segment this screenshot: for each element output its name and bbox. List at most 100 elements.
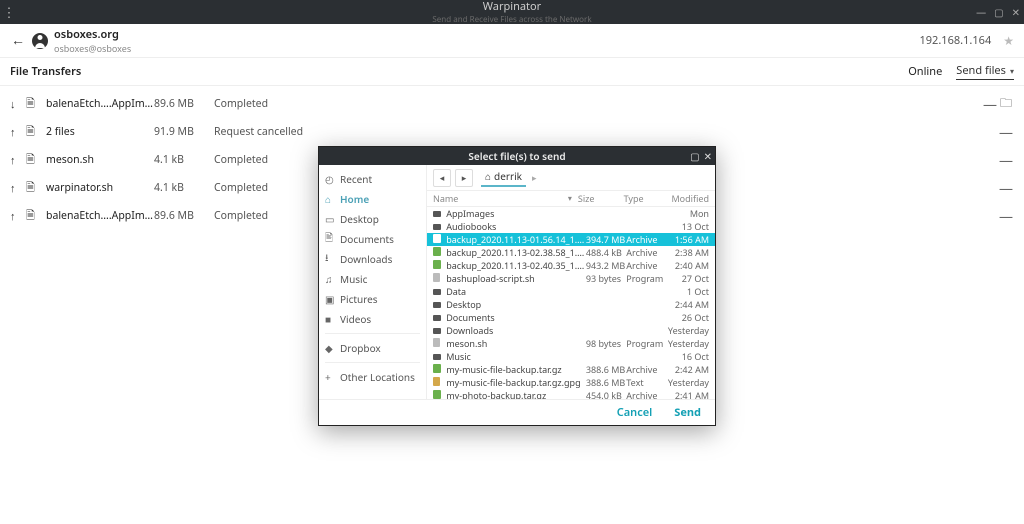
file-row[interactable]: Documents26 Oct [427,311,715,324]
column-name[interactable]: Name ▾ [433,192,572,205]
remove-transfer-button[interactable]: — [998,151,1014,170]
file-row[interactable]: my-photo-backup.tar.gz454.0 kBArchive2:4… [427,389,715,399]
column-size[interactable]: Size [578,192,618,205]
sidebar-item-dropbox[interactable]: ◆Dropbox [319,338,426,358]
file-modified: 26 Oct [665,311,709,324]
archive-icon [433,259,442,272]
host-name: osboxes.org [54,27,131,42]
remove-transfer-button[interactable]: — [998,123,1014,142]
file-name: my-music-file-backup.tar.gz.gpg [446,376,586,389]
sidebar-item-label: Documents [340,232,394,246]
dialog-titlebar: Select file(s) to send ▢ ✕ [319,147,715,165]
column-type[interactable]: Type [624,192,662,205]
file-size: 454.0 kB [586,389,626,399]
sidebar-item-music[interactable]: ♫Music [319,269,426,289]
sidebar-item-other-locations[interactable]: +Other Locations [319,367,426,387]
place-icon: ⭳ [325,250,335,268]
folder-icon [433,285,442,298]
encrypted-file-icon [433,376,442,389]
app-menu-button[interactable]: ⋮ [0,3,18,21]
file-row[interactable]: Desktop2:44 AM [427,298,715,311]
column-modified[interactable]: Modified [668,192,710,205]
file-row[interactable]: backup_2020.11.13-01.56.14_1.tar394.7 MB… [427,233,715,246]
user-at-host: osboxes@osboxes [54,42,131,55]
places-sidebar: ◴Recent⌂Home▭Desktop🖹Documents⭳ Downloads… [319,165,427,399]
sidebar-item-label: Downloads [340,252,392,266]
archive-icon [433,233,442,246]
plus-icon: + [325,370,335,384]
sidebar-item-label: Recent [340,172,372,186]
path-back-button[interactable]: ◂ [433,169,451,187]
file-type: Archive [626,246,665,259]
transfer-row[interactable]: ↓🗎balenaEtch….AppImage89.6 MBCompleted—🗀 [0,90,1024,118]
header-bar: ← osboxes.org osboxes@osboxes 192.168.1.… [0,24,1024,58]
sidebar-item-pictures[interactable]: ▣Pictures [319,289,426,309]
dialog-close-button[interactable]: ✕ [704,149,712,163]
file-row[interactable]: Data1 Oct [427,285,715,298]
path-forward-button[interactable]: ▸ [455,169,473,187]
sidebar-item-desktop[interactable]: ▭Desktop [319,209,426,229]
open-folder-button[interactable]: 🗀 [998,94,1014,115]
file-modified: 2:40 AM [665,259,709,272]
transfer-name: 2 files [46,125,154,139]
file-row[interactable]: Downloads Yesterday [427,324,715,337]
user-avatar-icon [32,33,48,49]
dialog-maximize-button[interactable]: ▢ [690,149,699,163]
transfer-status: Completed [214,97,364,111]
file-type: Program [626,272,665,285]
file-row[interactable]: Audiobooks13 Oct [427,220,715,233]
chevron-right-icon: ▸ [532,171,537,184]
file-icon: 🗎 [26,95,40,114]
archive-icon [433,389,442,399]
send-files-button[interactable]: Send files ▾ [956,63,1014,80]
file-modified: Yesterday [665,324,709,337]
file-name: Audiobooks [446,220,586,233]
sidebar-item-recent[interactable]: ◴Recent [319,169,426,189]
sidebar-item-downloads[interactable]: ⭳ Downloads [319,249,426,269]
download-arrow-icon: ↓ [10,97,24,112]
remove-transfer-button[interactable]: — [982,95,998,114]
transfer-size: 91.9 MB [154,125,214,139]
file-name: my-music-file-backup.tar.gz [446,363,586,376]
cancel-button[interactable]: Cancel [617,405,653,420]
file-size: 93 bytes [586,272,626,285]
file-type: Archive [626,259,665,272]
file-row[interactable]: backup_2020.11.13-02.40.35_1.tar943.2 MB… [427,259,715,272]
send-button[interactable]: Send [674,405,701,420]
file-name: Downloads [446,324,586,337]
file-icon: 🗎 [26,179,40,198]
minimize-button[interactable]: — [976,5,986,19]
sidebar-item-videos[interactable]: ■Videos [319,309,426,329]
file-modified: 1 Oct [665,285,709,298]
transfer-row[interactable]: ↑🗎2 files91.9 MBRequest cancelled— [0,118,1024,146]
dialog-title: Select file(s) to send [468,149,565,163]
back-button[interactable]: ← [10,31,26,50]
file-row[interactable]: backup_2020.11.13-02.38.58_1.tar488.4 kB… [427,246,715,259]
file-list[interactable]: AppImagesMonAudiobooks13 Octbackup_2020.… [427,207,715,399]
file-row[interactable]: my-music-file-backup.tar.gz388.6 MBArchi… [427,363,715,376]
file-row[interactable]: meson.sh98 bytesProgramYesterday [427,337,715,350]
file-row[interactable]: my-music-file-backup.tar.gz.gpg388.6 MBT… [427,376,715,389]
file-modified: 2:41 AM [665,389,709,399]
sidebar-item-documents[interactable]: 🖹Documents [319,229,426,249]
file-row[interactable]: bashupload-script.sh93 bytesProgram27 Oc… [427,272,715,285]
file-name: backup_2020.11.13-02.38.58_1.tar [446,246,586,259]
remove-transfer-button[interactable]: — [998,207,1014,226]
file-modified: 16 Oct [665,350,709,363]
file-row[interactable]: AppImagesMon [427,207,715,220]
file-row[interactable]: Music16 Oct [427,350,715,363]
remove-transfer-button[interactable]: — [998,179,1014,198]
favorite-star-icon[interactable]: ★ [1003,32,1014,49]
upload-arrow-icon: ↑ [10,209,24,224]
script-file-icon [433,272,442,285]
transfer-size: 4.1 kB [154,181,214,195]
path-crumb-home[interactable]: ⌂ derrik [481,169,526,187]
sidebar-item-label: Home [340,192,369,206]
file-size: 388.6 MB [586,363,626,376]
file-modified: 2:38 AM [665,246,709,259]
sidebar-item-home[interactable]: ⌂Home [319,189,426,209]
maximize-button[interactable]: ▢ [994,5,1003,19]
sidebar-item-label: Pictures [340,292,378,306]
close-button[interactable]: ✕ [1012,5,1020,19]
transfer-status: Request cancelled [214,125,364,139]
